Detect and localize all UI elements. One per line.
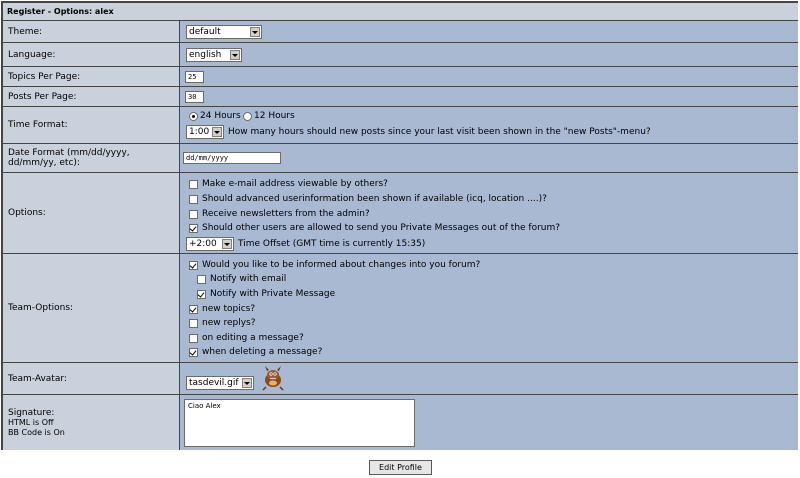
chevron-down-icon [250, 27, 260, 37]
theme-row: Theme: default [3, 21, 798, 42]
language-row: Language: english [3, 43, 798, 66]
time-offset-text: Time Offset (GMT time is currently 15:35… [238, 239, 426, 249]
notify-pm-label: Notify with Private Message [210, 289, 336, 299]
inform-changes-label: Would you like to be informed about chan… [202, 260, 481, 270]
signature-row: Signature: HTML is Off BB Code is On Cia… [3, 395, 798, 450]
private-messages-checkbox[interactable] [189, 224, 198, 233]
posts-per-page-input[interactable]: 30 [185, 91, 204, 103]
when-deleting-checkbox[interactable] [189, 348, 198, 357]
email-visible-checkbox[interactable] [189, 180, 198, 189]
topics-per-page-label: Topics Per Page: [3, 67, 179, 86]
html-status: HTML is Off [8, 417, 54, 427]
inform-changes-checkbox[interactable] [189, 261, 198, 270]
new-topics-checkbox[interactable] [189, 305, 198, 314]
newsletter-checkbox[interactable] [189, 210, 198, 219]
new-posts-hours-text: How many hours should new posts since yo… [228, 127, 651, 137]
theme-select[interactable]: default [186, 25, 262, 39]
chevron-down-icon [230, 50, 240, 60]
notify-email-checkbox[interactable] [197, 275, 206, 284]
signature-label: Signature: [8, 407, 55, 418]
posts-per-page-row: Posts Per Page: 30 [3, 87, 798, 106]
options-label: Options: [3, 173, 179, 253]
signature-textarea[interactable]: Ciao Alex [184, 399, 415, 447]
time-format-label: Time Format: [3, 107, 179, 143]
date-format-input[interactable]: dd/mm/yyyy [183, 152, 281, 164]
advanced-info-label: Should advanced userinformation been sho… [202, 194, 547, 204]
page-title: Register - Options: alex [3, 3, 798, 20]
time-offset-select[interactable]: +2:00 [186, 237, 234, 251]
advanced-info-checkbox[interactable] [189, 195, 198, 204]
new-replys-label: new replys? [202, 318, 256, 328]
private-messages-label: Should other users are allowed to send y… [202, 223, 561, 233]
team-avatar-select[interactable]: tasdevil.gif [186, 376, 254, 390]
time-12-radio[interactable] [243, 112, 252, 121]
new-topics-label: new topics? [202, 304, 256, 314]
topics-per-page-input[interactable]: 25 [185, 71, 204, 83]
new-posts-hours-select[interactable]: 1:00 [186, 125, 224, 139]
chevron-down-icon [222, 239, 232, 249]
email-visible-label: Make e-mail address viewable by others? [202, 179, 388, 189]
time-24-label: 24 Hours [200, 111, 241, 121]
notify-email-label: Notify with email [210, 274, 287, 284]
time-24-radio[interactable] [189, 112, 198, 121]
language-label: Language: [3, 43, 179, 66]
edit-profile-button[interactable]: Edit Profile [369, 460, 432, 475]
date-format-row: Date Format (mm/dd/yyyy, dd/mm/yy, etc):… [3, 144, 798, 172]
notify-pm-checkbox[interactable] [197, 290, 206, 299]
newsletter-label: Receive newsletters from the admin? [202, 209, 370, 219]
team-options-row: Team-Options: Would you like to be infor… [3, 254, 798, 362]
theme-label: Theme: [3, 21, 179, 42]
when-deleting-label: when deleting a message? [202, 347, 323, 357]
new-replys-checkbox[interactable] [189, 319, 198, 328]
team-options-label: Team-Options: [3, 254, 179, 362]
options-row: Options: Make e-mail address viewable by… [3, 173, 798, 253]
on-editing-label: on editing a message? [202, 333, 304, 343]
time-12-label: 12 Hours [254, 111, 295, 121]
signature-label-block: Signature: HTML is Off BB Code is On [3, 395, 179, 450]
bbcode-status: BB Code is On [8, 427, 65, 437]
tasmanian-devil-avatar-icon [262, 366, 284, 391]
options-table: Register - Options: alex Theme: default … [1, 1, 798, 450]
team-avatar-label: Team-Avatar: [3, 363, 179, 394]
topics-per-page-row: Topics Per Page: 25 [3, 67, 798, 86]
chevron-down-icon [212, 127, 222, 137]
time-format-row: Time Format: 24 Hours 12 Hours 1:00 How … [3, 107, 798, 143]
chevron-down-icon [242, 378, 252, 388]
posts-per-page-label: Posts Per Page: [3, 87, 179, 106]
language-select[interactable]: english [186, 48, 242, 62]
team-avatar-row: Team-Avatar: tasdevil.gif [3, 363, 798, 394]
on-editing-checkbox[interactable] [189, 334, 198, 343]
date-format-label: Date Format (mm/dd/yyyy, dd/mm/yy, etc): [3, 144, 179, 172]
